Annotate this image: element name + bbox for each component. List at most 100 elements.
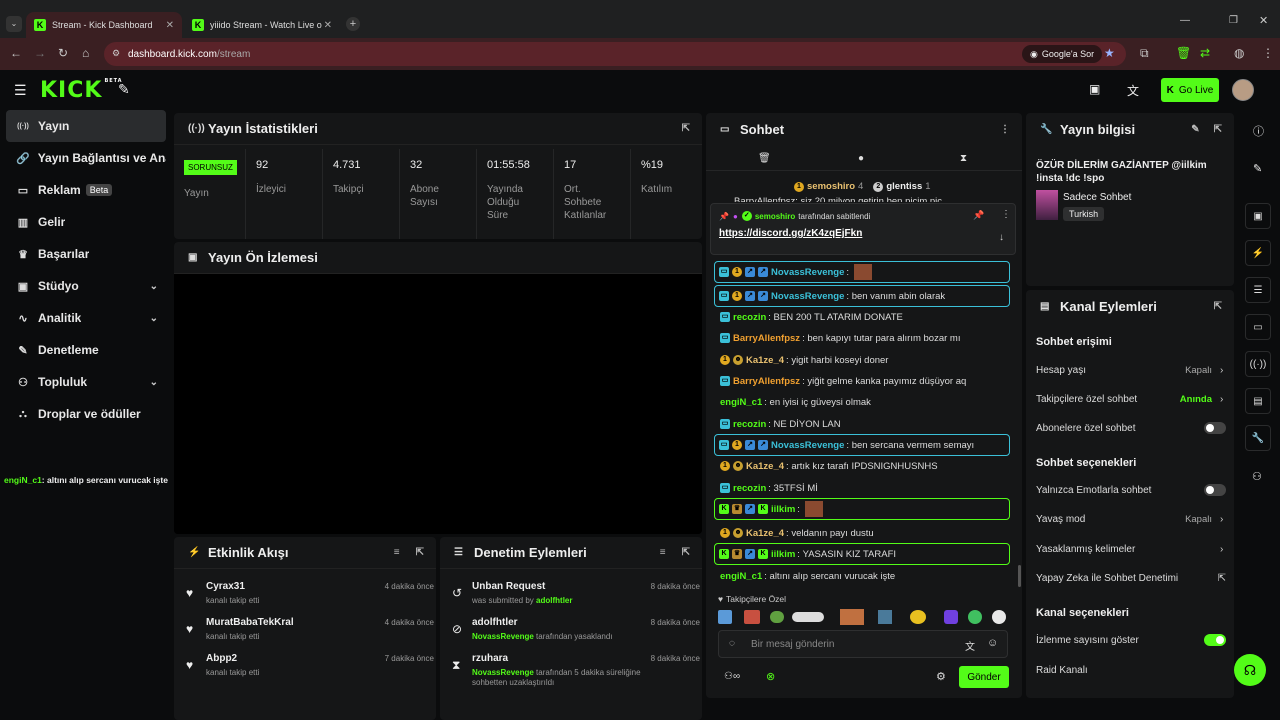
home-icon[interactable]: ⌂: [82, 46, 89, 60]
chat-username[interactable]: Ka1ze_4: [746, 528, 784, 539]
sidebar-item-2[interactable]: ▭ Reklam Beta: [6, 174, 166, 206]
show-viewers-toggle[interactable]: [1204, 634, 1226, 646]
account-age-row[interactable]: Hesap yaşı Kapalı ›: [1036, 360, 1226, 380]
rail-broadcast-icon[interactable]: ((·)): [1245, 351, 1271, 377]
followers-chat-row[interactable]: Takipçilere özel sohbet Anında ›: [1036, 389, 1226, 409]
sidebar-item-3[interactable]: ▥ Gelir: [6, 206, 166, 238]
extensions-icon[interactable]: ⧉: [1140, 46, 1149, 61]
activity-user[interactable]: Abpp2: [206, 653, 237, 664]
go-live-button[interactable]: K Go Live: [1161, 78, 1219, 102]
mod-action-user[interactable]: NovassRevenge: [472, 668, 534, 677]
category-name[interactable]: Sadece Sohbet: [1063, 192, 1131, 203]
filter-icon[interactable]: ≡: [394, 547, 400, 558]
popout-icon[interactable]: ⇱: [682, 123, 690, 134]
theatre-icon[interactable]: ▣: [1089, 82, 1100, 96]
chat-username[interactable]: iilkim: [771, 549, 795, 560]
close-tab-icon[interactable]: ✕: [166, 20, 174, 31]
forward-icon[interactable]: →: [34, 46, 46, 60]
chat-username[interactable]: recozin: [733, 483, 766, 494]
chevron-down-icon[interactable]: ⌄: [150, 313, 158, 324]
expand-pin-icon[interactable]: ↓: [999, 232, 1004, 243]
chat-username[interactable]: engiN_c1: [720, 397, 762, 408]
kick-logo[interactable]: KICK BETA: [40, 78, 123, 103]
chat-username[interactable]: engiN_c1: [720, 571, 762, 582]
sidebar-item-6[interactable]: ∿ Analitik ⌄: [6, 302, 166, 334]
emote[interactable]: [718, 610, 732, 624]
sidebar-item-0[interactable]: ((·)) Yayın: [6, 110, 166, 142]
emote[interactable]: [992, 610, 1006, 624]
sidebar-item-4[interactable]: ♛ Başarılar: [6, 238, 166, 270]
minimize-icon[interactable]: —: [1180, 15, 1190, 26]
tab-list-icon[interactable]: ⌄: [6, 16, 22, 32]
sidebar-item-5[interactable]: ▣ Stüdyo ⌄: [6, 270, 166, 302]
back-icon[interactable]: ←: [10, 46, 22, 60]
send-button[interactable]: Gönder: [959, 666, 1009, 688]
pinned-by-user[interactable]: semoshiro: [755, 212, 795, 221]
more-options-icon[interactable]: ⋮: [1000, 124, 1010, 135]
hourglass-icon[interactable]: ⧗: [960, 153, 967, 164]
chat-username[interactable]: NovassRevenge: [771, 291, 844, 302]
sidebar-item-8[interactable]: ⚇ Topluluk ⌄: [6, 366, 166, 398]
chat-username[interactable]: Ka1ze_4: [746, 461, 784, 472]
chat-username[interactable]: recozin: [733, 419, 766, 430]
url-bar[interactable]: ⚙ dashboard.kick.com/stream ◉ Google'a So…: [104, 42, 1126, 66]
emote[interactable]: [878, 610, 892, 624]
top-user[interactable]: glentiss: [886, 181, 922, 192]
translate-icon[interactable]: 文: [965, 638, 975, 653]
chat-username[interactable]: NovassRevenge: [771, 440, 844, 451]
trash-extension-icon[interactable]: 🗑: [1176, 46, 1191, 60]
tools-icon[interactable]: ✎: [118, 81, 130, 98]
close-tab-icon[interactable]: ✕: [324, 20, 332, 31]
rail-lightning-icon[interactable]: ⚡: [1245, 240, 1271, 266]
rail-preview-icon[interactable]: ▣: [1245, 203, 1271, 229]
pinned-options-icon[interactable]: ⋮: [1001, 209, 1011, 220]
google-ask-button[interactable]: ◉ Google'a Sor: [1022, 45, 1103, 63]
rail-wrench-icon[interactable]: 🔧: [1245, 425, 1271, 451]
emoji-icon[interactable]: ☺: [987, 637, 998, 649]
chat-username[interactable]: NovassRevenge: [771, 267, 844, 278]
emote[interactable]: [944, 610, 958, 624]
sidebar-item-1[interactable]: 🔗 Yayın Bağlantısı ve Anahtar: [6, 142, 166, 174]
mod-action-user[interactable]: adolfhtler: [536, 596, 572, 605]
ai-moderation-row[interactable]: Yapay Zeka ile Sohbet Denetimi ⇱: [1036, 568, 1226, 588]
chat-username[interactable]: iilkim: [771, 504, 795, 515]
video-preview[interactable]: [174, 276, 702, 534]
rail-chat-icon[interactable]: ▭: [1245, 314, 1271, 340]
browser-menu-icon[interactable]: ⋮: [1262, 46, 1274, 60]
kick-coin-icon[interactable]: ⊗: [766, 670, 775, 683]
user-avatar[interactable]: [1232, 79, 1254, 101]
hamburger-menu-icon[interactable]: ☰: [14, 82, 27, 99]
activity-user[interactable]: Cyrax31: [206, 581, 245, 592]
emote[interactable]: [792, 612, 824, 622]
mod-action-user[interactable]: NovassRevenge: [472, 632, 534, 641]
rail-users-icon[interactable]: ⚇: [1252, 470, 1262, 483]
rail-list-icon[interactable]: ☰: [1245, 277, 1271, 303]
chat-username[interactable]: recozin: [733, 312, 766, 323]
info-icon[interactable]: ⓘ: [1253, 123, 1264, 139]
edit-icon[interactable]: ✎: [1253, 162, 1262, 175]
restore-icon[interactable]: ❐: [1229, 15, 1238, 26]
reload-icon[interactable]: ↻: [58, 46, 68, 60]
filter-icon[interactable]: ≡: [660, 547, 666, 558]
trash-icon[interactable]: 🗑: [758, 153, 771, 164]
profile-icon[interactable]: ◍: [1234, 46, 1244, 60]
edit-icon[interactable]: ✎: [1191, 124, 1199, 135]
raid-channel-row[interactable]: Raid Kanalı: [1036, 660, 1226, 680]
rail-channel-icon[interactable]: ▤: [1245, 388, 1271, 414]
emote-only-toggle[interactable]: [1204, 484, 1226, 496]
browser-tab-dashboard[interactable]: K Stream - Kick Dashboard ✕: [26, 12, 182, 38]
chat-settings-icon[interactable]: ⚙: [936, 670, 946, 683]
users-icon[interactable]: ⚇∞: [724, 671, 740, 682]
chat-username[interactable]: BarryAllenfpsz: [733, 333, 800, 344]
chat-username[interactable]: BarryAllenfpsz: [733, 376, 800, 387]
pinned-link[interactable]: https://discord.gg/zK4zqEjFkn: [719, 228, 862, 239]
chat-scrollbar[interactable]: [1018, 565, 1021, 587]
popout-icon[interactable]: ⇱: [416, 547, 424, 558]
emote[interactable]: [744, 610, 760, 624]
chat-username[interactable]: Ka1ze_4: [746, 355, 784, 366]
popout-icon[interactable]: ⇱: [1214, 301, 1222, 312]
unpin-icon[interactable]: 📌: [973, 210, 984, 221]
top-user[interactable]: semoshiro: [807, 181, 855, 192]
activity-user[interactable]: MuratBabaTekKral: [206, 617, 294, 628]
bookmark-star-icon[interactable]: ★: [1104, 46, 1115, 60]
